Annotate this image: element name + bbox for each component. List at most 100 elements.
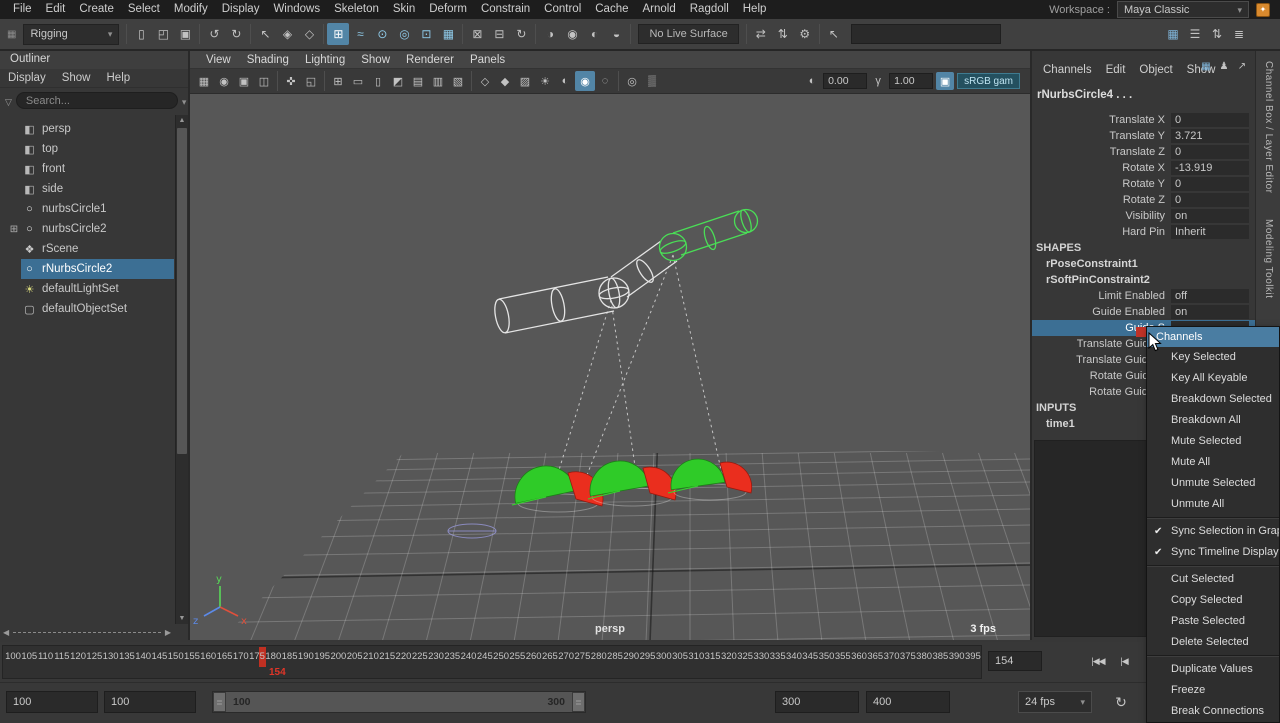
side-tab-modeling-toolkit[interactable]: Modeling Toolkit <box>1263 219 1274 299</box>
outliner-item-persp[interactable]: ◧persp <box>0 119 174 139</box>
context-menu-item-unmute-all[interactable]: Unmute All <box>1147 494 1279 515</box>
menubar-item-ragdoll[interactable]: Ragdoll <box>683 0 736 19</box>
2d-pan-zoom-icon[interactable]: ✜ <box>281 71 301 91</box>
channel-box-toggle-icon[interactable]: ☰ <box>1184 23 1206 45</box>
timeline-tick[interactable]: 185 <box>282 651 298 662</box>
wireframe-limb-selected[interactable] <box>659 209 758 261</box>
context-menu-item-duplicate-values[interactable]: Duplicate Values <box>1147 659 1279 680</box>
undo-icon[interactable]: ↺ <box>203 23 225 45</box>
timeline-tick[interactable]: 270 <box>558 651 574 662</box>
scroll-down-icon[interactable]: ▼ <box>176 615 188 622</box>
range-end-handle[interactable]: ≣ <box>572 692 585 712</box>
workspace-selector[interactable]: Maya Classic <box>1117 1 1249 18</box>
outliner-menu-help[interactable]: Help <box>99 72 139 84</box>
scroll-up-icon[interactable]: ▲ <box>176 117 188 124</box>
timeline-tick[interactable]: 320 <box>721 651 737 662</box>
context-menu-item-sync-timeline-display[interactable]: ✔Sync Timeline Display <box>1147 542 1279 563</box>
viewport-menu-show[interactable]: Show <box>353 54 398 66</box>
menubar-item-constrain[interactable]: Constrain <box>474 0 537 19</box>
select-by-object-icon[interactable]: ◈ <box>276 23 298 45</box>
viewport-menu-renderer[interactable]: Renderer <box>398 54 462 66</box>
time-range-slider[interactable]: ≣ 100 300 ≣ <box>212 691 586 713</box>
outliner-item-rnurbscircle2[interactable]: ○rNurbsCircle2 <box>0 259 174 279</box>
channel-node-rsoftpinconstraint2[interactable]: rSoftPinConstraint2 <box>1032 272 1255 288</box>
tool-settings-icon[interactable]: ⚙ <box>794 23 816 45</box>
timeline-tick[interactable]: 125 <box>86 651 102 662</box>
fps-select[interactable]: 24 fps <box>1018 691 1092 713</box>
exposure-field[interactable] <box>823 73 867 89</box>
use-all-lights-icon[interactable]: ☀ <box>535 71 555 91</box>
playback-end-field[interactable] <box>775 691 859 713</box>
gamma-icon[interactable]: γ <box>870 75 886 87</box>
timeline-tick[interactable]: 335 <box>770 651 786 662</box>
snap-to-curve-icon[interactable]: ≈ <box>349 23 371 45</box>
field-chart-icon[interactable]: ▤ <box>408 71 428 91</box>
pointer-mode-icon[interactable]: ↖ <box>823 23 845 45</box>
viewport-menu-shading[interactable]: Shading <box>239 54 297 66</box>
menubar-item-create[interactable]: Create <box>72 0 121 19</box>
menubar-item-select[interactable]: Select <box>121 0 167 19</box>
timeline-tick[interactable]: 330 <box>753 651 769 662</box>
timeline-tick[interactable]: 225 <box>412 651 428 662</box>
image-plane-icon[interactable]: ◫ <box>254 71 274 91</box>
channel-translate-y[interactable]: Translate Y3.721 <box>1032 128 1255 144</box>
snap-to-projected-center-icon[interactable]: ◎ <box>393 23 415 45</box>
menubar-item-cache[interactable]: Cache <box>588 0 635 19</box>
channel-value-field[interactable]: Inherit <box>1171 225 1249 239</box>
input-connections-icon[interactable]: ⊠ <box>466 23 488 45</box>
outliner-item-rscene[interactable]: ❖rScene <box>0 239 174 259</box>
timeline-tick[interactable]: 165 <box>217 651 233 662</box>
colorspace-badge[interactable]: sRGB gam <box>957 73 1020 89</box>
outliner-item-defaultlightset[interactable]: ☀defaultLightSet <box>0 279 174 299</box>
context-menu-item-break-connections[interactable]: Break Connections <box>1147 701 1279 722</box>
context-menu-item-freeze[interactable]: Freeze <box>1147 680 1279 701</box>
isolate-select-icon[interactable]: ◎ <box>622 71 642 91</box>
viewport-panel[interactable]: ViewShadingLightingShowRendererPanels ▦◉… <box>190 51 1030 640</box>
animation-start-field[interactable] <box>6 691 98 713</box>
pose-wheel-3[interactable] <box>668 456 752 500</box>
safe-action-icon[interactable]: ▥ <box>428 71 448 91</box>
live-surface-selector[interactable]: No Live Surface <box>638 24 738 44</box>
view-transform-icon[interactable]: ▣ <box>936 72 954 90</box>
viewport-canvas[interactable]: y x z persp 3 fps <box>190 95 1030 640</box>
menubar-item-skin[interactable]: Skin <box>386 0 422 19</box>
xray-icon[interactable]: ▒ <box>642 71 662 91</box>
timeline-tick[interactable]: 110 <box>38 651 53 662</box>
context-menu-item-paste-selected[interactable]: Paste Selected <box>1147 611 1279 632</box>
camera-bookmark-icon[interactable]: ▣ <box>234 71 254 91</box>
grid-toggle-icon[interactable]: ⊞ <box>328 71 348 91</box>
go-to-start-button[interactable]: |◀◀ <box>1086 651 1110 671</box>
channel-value-field[interactable]: off <box>1171 289 1249 303</box>
workspace-bookmark-icon[interactable]: ✦ <box>1256 3 1270 17</box>
timeline-tick[interactable]: 300 <box>656 651 672 662</box>
channel-value-field[interactable]: 0 <box>1171 193 1249 207</box>
gate-mask-icon[interactable]: ◩ <box>388 71 408 91</box>
outliner-item-top[interactable]: ◧top <box>0 139 174 159</box>
scrollbar-track[interactable] <box>13 632 161 633</box>
timeline-tick[interactable]: 370 <box>884 651 900 662</box>
exposure-icon[interactable]: ◐ <box>804 75 820 87</box>
timeline-tick[interactable]: 385 <box>932 651 948 662</box>
quick-input-field[interactable] <box>851 24 1001 44</box>
context-menu-item-breakdown-selected[interactable]: Breakdown Selected <box>1147 389 1279 410</box>
output-connections-icon[interactable]: ⊟ <box>488 23 510 45</box>
timeline-tick[interactable]: 205 <box>347 651 363 662</box>
timeline-track[interactable]: 154 100105110115120125130135140145150155… <box>2 645 982 679</box>
timeline-tick[interactable]: 150 <box>168 651 184 662</box>
timeline-tick[interactable]: 100 <box>5 651 21 662</box>
timeline-tick[interactable]: 380 <box>916 651 932 662</box>
scrollbar-thumb[interactable] <box>177 128 187 454</box>
context-menu-item-delete-selected[interactable]: Delete Selected <box>1147 632 1279 653</box>
outliner-item-front[interactable]: ◧front <box>0 159 174 179</box>
outliner-item-defaultobjectset[interactable]: ▢defaultObjectSet <box>0 299 174 319</box>
outliner-item-nurbscircle2[interactable]: ⊞○nurbsCircle2 <box>0 219 174 239</box>
menubar-item-control[interactable]: Control <box>537 0 588 19</box>
timeline-tick[interactable]: 345 <box>802 651 818 662</box>
reflection-icon[interactable]: ◐ <box>583 23 605 45</box>
timeline-tick[interactable]: 365 <box>867 651 883 662</box>
timeline-tick[interactable]: 360 <box>851 651 867 662</box>
range-start-handle[interactable]: ≣ <box>213 692 226 712</box>
timeline-tick[interactable]: 325 <box>737 651 753 662</box>
timeline-tick[interactable]: 210 <box>363 651 379 662</box>
menubar-item-arnold[interactable]: Arnold <box>636 0 683 19</box>
